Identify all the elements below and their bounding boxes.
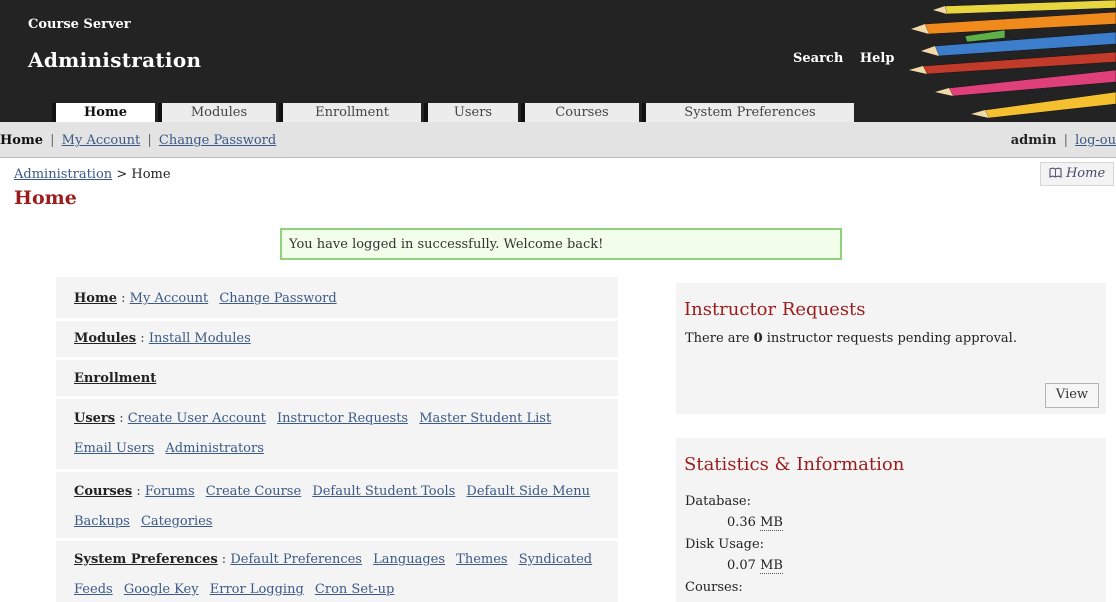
menu-languages-link[interactable]: Languages xyxy=(373,552,445,567)
help-link[interactable]: Help xyxy=(860,51,895,66)
view-button[interactable]: View xyxy=(1045,383,1099,408)
home-button-label: Home xyxy=(1065,166,1106,181)
menu-install-modules-link[interactable]: Install Modules xyxy=(149,331,251,346)
disk-usage-size: 0.07 xyxy=(727,558,756,573)
menu-enrollment-box: Enrollment xyxy=(56,360,618,399)
menu-create-course-link[interactable]: Create Course xyxy=(206,484,301,499)
breadcrumb-arrow: > xyxy=(116,167,128,182)
menu-instructor-requests-link[interactable]: Instructor Requests xyxy=(277,411,408,426)
menu-administrators-link[interactable]: Administrators xyxy=(165,441,264,456)
subnav-change-password-link[interactable]: Change Password xyxy=(159,133,276,148)
menu-cron-setup-link[interactable]: Cron Set-up xyxy=(315,582,394,597)
disk-usage-label: Disk Usage: xyxy=(685,537,765,552)
menu-themes-link[interactable]: Themes xyxy=(456,552,507,567)
menu-my-account-link[interactable]: My Account xyxy=(130,291,209,306)
menu-system-preferences-box: System Preferences : Default Preferences… xyxy=(56,541,618,602)
menu-forums-link[interactable]: Forums xyxy=(145,484,195,499)
database-label: Database: xyxy=(685,494,751,509)
pending-count: 0 xyxy=(753,331,763,346)
menu-users-heading[interactable]: Users xyxy=(74,411,115,426)
site-name: Course Server xyxy=(28,17,131,32)
menu-colon: : xyxy=(221,552,227,567)
tab-home[interactable]: Home xyxy=(52,103,155,122)
tab-users[interactable]: Users xyxy=(424,103,518,122)
menu-backups-link[interactable]: Backups xyxy=(74,514,130,529)
menu-default-student-tools-link[interactable]: Default Student Tools xyxy=(312,484,455,499)
feedback-message: You have logged in successfully. Welcome… xyxy=(280,228,842,260)
search-link[interactable]: Search xyxy=(793,51,843,66)
menu-colon: : xyxy=(121,291,126,306)
menu-courses-box: Courses : Forums Create Course Default S… xyxy=(56,472,618,541)
menu-home-box: Home : My Account Change Password xyxy=(56,277,618,321)
subnav-my-account-link[interactable]: My Account xyxy=(62,133,141,148)
book-icon xyxy=(1049,167,1062,179)
statistics-title: Statistics & Information xyxy=(684,454,905,475)
database-value: 0.36 MB xyxy=(727,515,783,531)
menu-modules-box: Modules : Install Modules xyxy=(56,321,618,360)
top-links: Search Help xyxy=(793,51,906,66)
breadcrumb-administration-link[interactable]: Administration xyxy=(14,167,112,182)
menu-courses-heading[interactable]: Courses xyxy=(74,484,132,499)
menu-modules-heading[interactable]: Modules xyxy=(74,331,136,346)
menu-home-heading[interactable]: Home xyxy=(74,291,117,306)
menu-system-preferences-heading[interactable]: System Preferences xyxy=(74,552,218,567)
tab-modules[interactable]: Modules xyxy=(158,103,276,122)
subnav-home: Home xyxy=(0,133,43,148)
main-tabs: Home Modules Enrollment Users Courses Sy… xyxy=(52,103,857,122)
menu-users-box: Users : Create User Account Instructor R… xyxy=(56,399,618,472)
breadcrumb: Administration > Home xyxy=(14,167,171,182)
text-before: There are xyxy=(685,331,750,346)
text-after: instructor requests pending approval. xyxy=(766,331,1017,346)
tab-courses[interactable]: Courses xyxy=(521,103,639,122)
menu-error-logging-link[interactable]: Error Logging xyxy=(210,582,304,597)
home-button[interactable]: Home xyxy=(1040,162,1114,186)
tab-system-preferences[interactable]: System Preferences xyxy=(642,103,854,122)
menu-colon: : xyxy=(119,411,124,426)
menu-enrollment-heading[interactable]: Enrollment xyxy=(74,371,156,386)
menu-colon: : xyxy=(136,484,141,499)
instructor-requests-text: There are 0 instructor requests pending … xyxy=(685,331,1017,346)
menu-create-user-account-link[interactable]: Create User Account xyxy=(128,411,266,426)
colored-pencils-image xyxy=(909,0,1116,119)
logout-link[interactable]: log-ou xyxy=(1075,133,1116,148)
separator: | xyxy=(1063,133,1068,148)
breadcrumb-current: Home xyxy=(131,167,171,182)
user-info: admin | log-ou xyxy=(1011,133,1116,148)
sub-navigation-bar: Home | My Account | Change Password admi… xyxy=(0,122,1116,158)
menu-google-key-link[interactable]: Google Key xyxy=(124,582,199,597)
separator: | xyxy=(50,133,55,148)
instructor-requests-box: Instructor Requests There are 0 instruct… xyxy=(676,283,1106,414)
separator: | xyxy=(147,133,152,148)
database-size: 0.36 xyxy=(727,515,756,530)
page-title: Home xyxy=(14,187,77,209)
sub-navigation-links: Home | My Account | Change Password xyxy=(0,133,276,148)
courses-label: Courses: xyxy=(685,580,743,595)
unit-abbr: MB xyxy=(760,515,783,531)
menu-email-users-link[interactable]: Email Users xyxy=(74,441,154,456)
menu-colon: : xyxy=(140,331,145,346)
menu-default-preferences-link[interactable]: Default Preferences xyxy=(230,552,362,567)
statistics-box: Statistics & Information Database: 0.36 … xyxy=(676,438,1106,602)
username: admin xyxy=(1010,133,1057,148)
disk-usage-value: 0.07 MB xyxy=(727,558,783,574)
instructor-requests-title: Instructor Requests xyxy=(684,299,866,320)
menu-master-student-list-link[interactable]: Master Student List xyxy=(419,411,551,426)
section-title: Administration xyxy=(28,48,202,72)
menu-default-side-menu-link[interactable]: Default Side Menu xyxy=(466,484,590,499)
menu-change-password-link[interactable]: Change Password xyxy=(219,291,336,306)
unit-abbr: MB xyxy=(760,558,783,574)
tab-enrollment[interactable]: Enrollment xyxy=(279,103,421,122)
menu-categories-link[interactable]: Categories xyxy=(141,514,213,529)
